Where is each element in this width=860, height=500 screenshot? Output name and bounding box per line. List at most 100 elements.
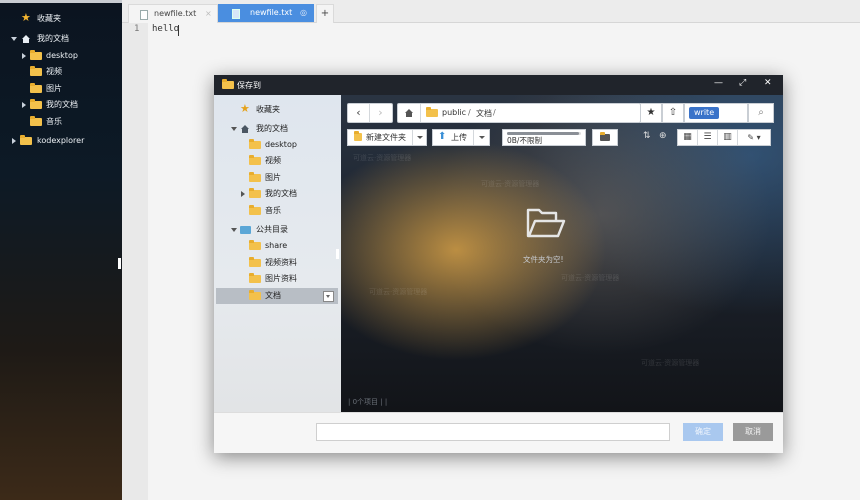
search-field[interactable]: write [684, 103, 748, 123]
watermark: 可道云·资源管理器 [641, 359, 700, 367]
folder-open-icon [600, 132, 610, 141]
editor-line-1[interactable]: hello [152, 24, 179, 34]
tree-item-my-docs-sub[interactable]: 我的文档 [214, 187, 340, 201]
chevron-right-icon[interactable] [241, 191, 245, 197]
confirm-button[interactable]: 确定 [683, 423, 723, 441]
text-cursor [178, 25, 179, 36]
dialog-title: 保存到 [237, 81, 261, 90]
chevron-right-icon[interactable] [12, 138, 16, 144]
watermark: 可道云·资源管理器 [353, 154, 412, 162]
add-tab-button[interactable]: + [316, 4, 334, 23]
chevron-down-icon[interactable] [473, 130, 490, 145]
tab-newfile-1[interactable]: newfile.txt × [128, 4, 218, 23]
sidebar-resize-handle[interactable] [336, 249, 339, 259]
watermark: 可道云·资源管理器 [481, 180, 540, 188]
minimize-icon[interactable]: — [714, 78, 723, 88]
editor-tab-bar: newfile.txt × newfile.txt ◎ + [122, 0, 860, 23]
upload-icon-button[interactable]: ⇧ [662, 103, 684, 123]
upload-button[interactable]: ⬆ 上传 [432, 129, 490, 146]
star-icon: ★ [21, 11, 31, 24]
folder-icon [249, 188, 261, 198]
forward-button[interactable]: › [370, 104, 391, 122]
grid-view-icon[interactable]: ▦ [678, 130, 698, 145]
favorite-star-button[interactable]: ★ [640, 103, 662, 123]
folder-icon [30, 83, 42, 93]
tab-newfile-2[interactable]: newfile.txt ◎ [218, 4, 314, 22]
write-badge: write [689, 107, 720, 119]
dialog-title-bar[interactable]: 保存到 — ⤢ ✕ [214, 75, 783, 95]
chevron-right-icon[interactable] [22, 53, 26, 59]
dialog-folder-tree: ★ 收藏夹 我的文档 desktop 视频 图片 我的文档 音乐 公共目录 sh… [214, 95, 342, 412]
tree-item-kodexplorer[interactable]: kodexplorer [8, 134, 118, 148]
modified-indicator-icon[interactable]: ◎ [300, 4, 307, 22]
item-count-status: | 0个项目 | | [348, 398, 388, 406]
cancel-button[interactable]: 取消 [733, 423, 773, 441]
path-segment-public[interactable]: public [442, 108, 466, 117]
tree-item-documents-selected[interactable]: 文档 [216, 288, 338, 304]
tree-item-picture-resources[interactable]: 图片资料 [214, 272, 340, 286]
address-bar[interactable]: public / 文档 / [397, 103, 641, 123]
storage-quota: 0B/不限制 [502, 129, 586, 146]
line-number: 1 [134, 24, 140, 34]
folder-icon [249, 155, 261, 165]
tree-item-public-dir[interactable]: 公共目录 [214, 223, 340, 237]
sort-icon[interactable]: ⇅ [643, 131, 651, 141]
tree-item-my-docs-sub[interactable]: 我的文档 [18, 98, 118, 112]
tree-item-pictures[interactable]: 图片 [214, 171, 340, 185]
file-icon [140, 10, 148, 20]
new-folder-button[interactable]: 新建文件夹 [347, 129, 427, 146]
tree-item-my-documents[interactable]: 我的文档 [8, 32, 118, 46]
tree-item-desktop[interactable]: desktop [18, 49, 118, 63]
open-folder-button[interactable] [592, 129, 618, 146]
folder-icon [426, 107, 438, 117]
folder-icon [249, 205, 261, 215]
tree-item-video-resources[interactable]: 视频资料 [214, 256, 340, 270]
dialog-file-area: ‹ › public / 文档 / ★ ⇧ write ⌕ 新建文件夹 ⬆ 上传… [341, 95, 783, 412]
tree-item-music[interactable]: 音乐 [18, 115, 118, 129]
home-button[interactable] [398, 104, 421, 122]
tree-item-desktop[interactable]: desktop [214, 138, 340, 152]
chevron-down-icon[interactable] [231, 228, 237, 232]
tree-item-favorites[interactable]: ★ 收藏夹 [214, 102, 340, 117]
chevron-down-icon[interactable] [412, 130, 427, 145]
theme-dropdown[interactable]: ✎ ▾ [738, 130, 770, 145]
tree-item-music[interactable]: 音乐 [214, 204, 340, 218]
new-folder-icon [354, 131, 362, 141]
home-icon [405, 109, 413, 117]
quota-label: 0B/不限制 [507, 136, 542, 145]
dialog-footer: 确定 取消 [214, 412, 783, 453]
folder-icon [222, 79, 234, 89]
close-tab-icon[interactable]: × [205, 5, 212, 23]
chevron-down-icon[interactable] [11, 37, 17, 41]
dropdown-toggle[interactable] [323, 291, 334, 302]
folder-icon [249, 240, 261, 250]
filename-input[interactable] [316, 423, 670, 441]
split-view-icon[interactable]: ▥ [718, 130, 738, 145]
folder-icon [249, 172, 261, 182]
tree-item-favorites[interactable]: ★ 收藏夹 [8, 11, 118, 26]
home-icon [241, 125, 249, 133]
tree-item-my-documents[interactable]: 我的文档 [214, 122, 340, 136]
maximize-icon[interactable]: ⤢ [739, 78, 746, 88]
path-segment-documents[interactable]: 文档 [476, 108, 492, 119]
close-icon[interactable]: ✕ [764, 78, 772, 88]
folder-icon [30, 99, 42, 109]
resize-handle[interactable] [118, 258, 121, 269]
folder-icon [30, 116, 42, 126]
tree-item-videos[interactable]: 视频 [214, 154, 340, 168]
search-button[interactable]: ⌕ [748, 103, 774, 123]
folder-icon [249, 273, 261, 283]
left-file-tree: ★ 收藏夹 我的文档 desktop 视频 图片 我的文档 音乐 kodexpl… [0, 0, 122, 500]
back-button[interactable]: ‹ [348, 104, 370, 122]
list-view-icon[interactable]: ☰ [698, 130, 718, 145]
watermark: 可道云·资源管理器 [561, 274, 620, 282]
folder-icon [30, 50, 42, 60]
folder-icon [30, 66, 42, 76]
chevron-down-icon[interactable] [231, 127, 237, 131]
tree-item-share[interactable]: share [214, 239, 340, 253]
chevron-right-icon[interactable] [22, 102, 26, 108]
home-icon [22, 35, 30, 43]
tree-item-pictures[interactable]: 图片 [18, 82, 118, 96]
zoom-icon[interactable]: ⊕ [659, 131, 667, 141]
tree-item-videos[interactable]: 视频 [18, 65, 118, 79]
